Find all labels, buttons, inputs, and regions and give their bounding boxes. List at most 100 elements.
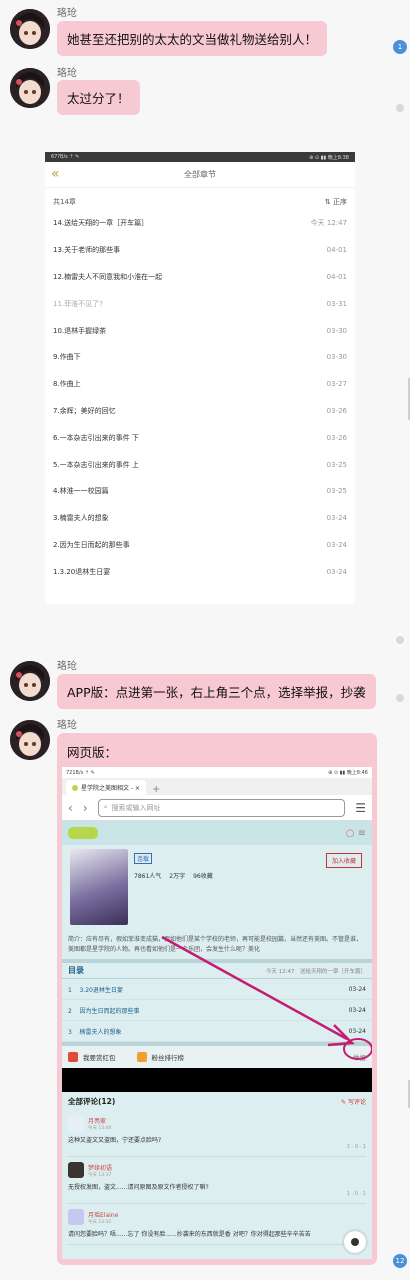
comment-header: 月瑶Elaine 今天 13:32 [68,1208,366,1226]
stat-favorites: 96收藏 [193,873,213,880]
chapter-row[interactable]: 5.一本杂志引出来的事件 上 03-25 [45,451,355,478]
book-stats: 7861人气 2万字 96收藏 [134,871,213,880]
new-tab-icon[interactable]: + [152,784,160,795]
book-cover[interactable] [70,849,128,925]
unread-badge[interactable]: 1 [393,40,407,54]
chapter-date: 今天 12:47 [310,219,347,228]
side-dot [396,104,404,112]
nav-title: 全部章节 [184,170,216,179]
chapter-date: 03-26 [326,433,347,442]
comments-header: 全部评论(12) ✎ 写评论 [68,1092,366,1110]
toc-row[interactable]: 3 楠雷夫人的想象 03-24 [62,1021,372,1042]
comment-time: 今天 13:46 [88,1125,112,1131]
comment-item[interactable]: 月瑶Elaine 今天 13:32 请问您要脸吗？唔......忘了 你没有脸...… [68,1204,366,1245]
chapter-title: 1.3.20退林生日宴 [53,567,111,576]
comment-header: 月亮家 今天 13:46 [68,1114,366,1132]
book-info: 连载 7861人气 2万字 96收藏 加入收藏 [62,845,372,935]
avatar[interactable] [10,661,50,701]
sort-toggle[interactable]: ⇅ 正序 [325,197,347,207]
fans-ranking-button[interactable]: 粉丝排行榜 [152,1052,185,1062]
chapter-row[interactable]: 8.作曲上 03-27 [45,371,355,398]
chapter-title: 13.关于老师的那些事 [53,246,121,255]
chapter-row[interactable]: 14.送给天翔的一章［开车篇］ 今天 12:47 [45,210,355,237]
message-bubble[interactable]: 她甚至还把别的太太的文当做礼物送给别人！ [57,21,328,56]
chapter-row[interactable]: 13.关于老师的那些事 04-01 [45,237,355,264]
toc-date: 03-24 [348,1006,366,1014]
comment-time: 今天 13:32 [88,1219,112,1225]
site-favicon-icon [72,784,78,791]
chapter-date: 03-27 [326,380,347,389]
search-icon: ⌕ [103,803,108,811]
chapter-row[interactable]: 2.因为生日而起的那些事 03-24 [45,532,355,559]
commenter-name[interactable]: 月亮家 [88,1116,111,1125]
action-bar: 我要赏红包 粉丝排行榜 举报 [62,1042,372,1068]
toc-latest[interactable]: 今天 12:47 送给天翔的一章［开车篇］ [266,967,366,975]
chapter-list: 14.送给天翔的一章［开车篇］ 今天 12:47 13.关于老师的那些事 04-01 1… [45,210,355,585]
chapter-row[interactable]: 9.作曲下 03-30 [45,344,355,371]
red-packet-button[interactable]: 我要赏红包 [83,1052,116,1062]
comment-meta[interactable]: 1 · 0 · 1 [68,1144,366,1150]
chapter-title: 12.楠雷夫人不同意我和小淮在一起 [53,272,163,281]
avatar[interactable] [68,1115,84,1131]
floating-action-button[interactable] [344,1231,366,1253]
site-search-icon[interactable]: ○ ≡ [346,828,366,839]
back-chevron-icon[interactable]: « [51,166,60,182]
chapter-row[interactable]: 1.3.20退林生日宴 03-24 [45,558,355,585]
chapter-row[interactable]: 7.余辉；美好的回忆 03-26 [45,398,355,425]
chapter-date: 03-31 [326,299,347,308]
sender-name: 珞玱 [57,68,77,79]
add-favorite-button[interactable]: 加入收藏 [325,853,362,868]
tab-title: 星学院之美图相文 - × [81,785,141,792]
chapter-row[interactable]: 10.退林手握绿茶 03-30 [45,317,355,344]
status-bar: 721B/s ⇡ ✎ ⊕ ⊙ ▮▮ 晚上8:46 [62,767,372,778]
comment-meta[interactable]: 1 · 0 · 1 [68,1191,366,1197]
avatar[interactable] [68,1162,84,1178]
address-bar-row: ‹ › ⌕ 搜索或输入网址 ☰ [62,795,372,821]
menu-icon[interactable]: ☰ [355,801,366,815]
red-packet-icon [68,1052,78,1062]
commenter-name[interactable]: 月瑶Elaine [88,1210,118,1219]
chapter-count: 共14章 [53,198,76,206]
chapter-title: 14.送给天翔的一章［开车篇］ [53,219,149,228]
chapter-row[interactable]: 11.菲淮不见了? 03-31 [45,290,355,317]
message-bubble-with-image[interactable]: 网页版： 721B/s ⇡ ✎ ⊕ ⊙ ▮▮ 晚上8:46 星学院之美图相文 -… [57,733,377,1265]
unread-badge[interactable]: 12 [393,1254,407,1268]
avatar[interactable] [10,9,50,49]
message-bubble[interactable]: APP版：点进第一张，右上角三个点，选择举报，抄袭 [57,674,376,709]
site-header: ○ ≡ [62,821,372,845]
chapter-row[interactable]: 4.林淮一一校园篇 03-25 [45,478,355,505]
forward-arrow-icon[interactable]: › [83,801,88,815]
comments-title: 全部评论(12) [68,1096,116,1106]
avatar[interactable] [10,720,50,760]
chapter-row[interactable]: 12.楠雷夫人不同意我和小淮在一起 04-01 [45,264,355,291]
toc-row[interactable]: 2 因为生日而起的那些事 03-24 [62,1000,372,1021]
message-bubble[interactable]: 太过分了！ [57,80,140,115]
sender-name: 珞玱 [57,661,77,672]
chapter-row[interactable]: 3.楠雷夫人的想象 03-24 [45,505,355,532]
url-input[interactable]: ⌕ 搜索或输入网址 [97,798,346,817]
stat-words: 2万字 [169,873,186,880]
comment-item[interactable]: 月亮家 今天 13:46 这种又盗文又盗图，宁还要点脸吗? 1 · 0 · 1 [68,1110,366,1157]
record-icon [351,1238,359,1246]
write-comment-button[interactable]: ✎ 写评论 [341,1097,366,1106]
status-bar: 67?B/s ⇡ ✎ ⊕ ⊙ ▮▮ 晚上8:38 [45,152,355,162]
toc-title: 目录 [68,966,84,975]
comment-list: 月亮家 今天 13:46 这种又盗文又盗图，宁还要点脸吗? 1 · 0 · 1 梦续初语… [68,1110,366,1245]
web-page-screenshot[interactable]: 721B/s ⇡ ✎ ⊕ ⊙ ▮▮ 晚上8:46 星学院之美图相文 - × + … [62,767,372,1259]
avatar[interactable] [68,1209,84,1225]
chapter-date: 04-01 [326,272,347,281]
toc-row[interactable]: 1 3.20退林生日宴 03-24 [62,979,372,1000]
app-chapter-list-screenshot[interactable]: 67?B/s ⇡ ✎ ⊕ ⊙ ▮▮ 晚上8:38 « 全部章节 共14章 ⇅ 正… [45,152,355,604]
status-left: 721B/s ⇡ ✎ [66,769,95,776]
back-arrow-icon[interactable]: ‹ [68,801,73,815]
comment-item[interactable]: 梦续初语 今天 13:37 无授权发图，盗文......请问原图及原文作者授权了嘛?… [68,1157,366,1204]
report-button[interactable]: 举报 [353,1052,366,1062]
chapter-title: 3.楠雷夫人的想象 [53,514,109,523]
site-logo[interactable] [68,827,98,839]
status-left: 67?B/s ⇡ ✎ [51,154,80,160]
avatar[interactable] [10,68,50,108]
commenter-name[interactable]: 梦续初语 [88,1163,112,1172]
side-dot [396,694,404,702]
chapter-row[interactable]: 6.一本杂志引出来的事件 下 03-26 [45,424,355,451]
browser-tab[interactable]: 星学院之美图相文 - × [66,780,147,795]
